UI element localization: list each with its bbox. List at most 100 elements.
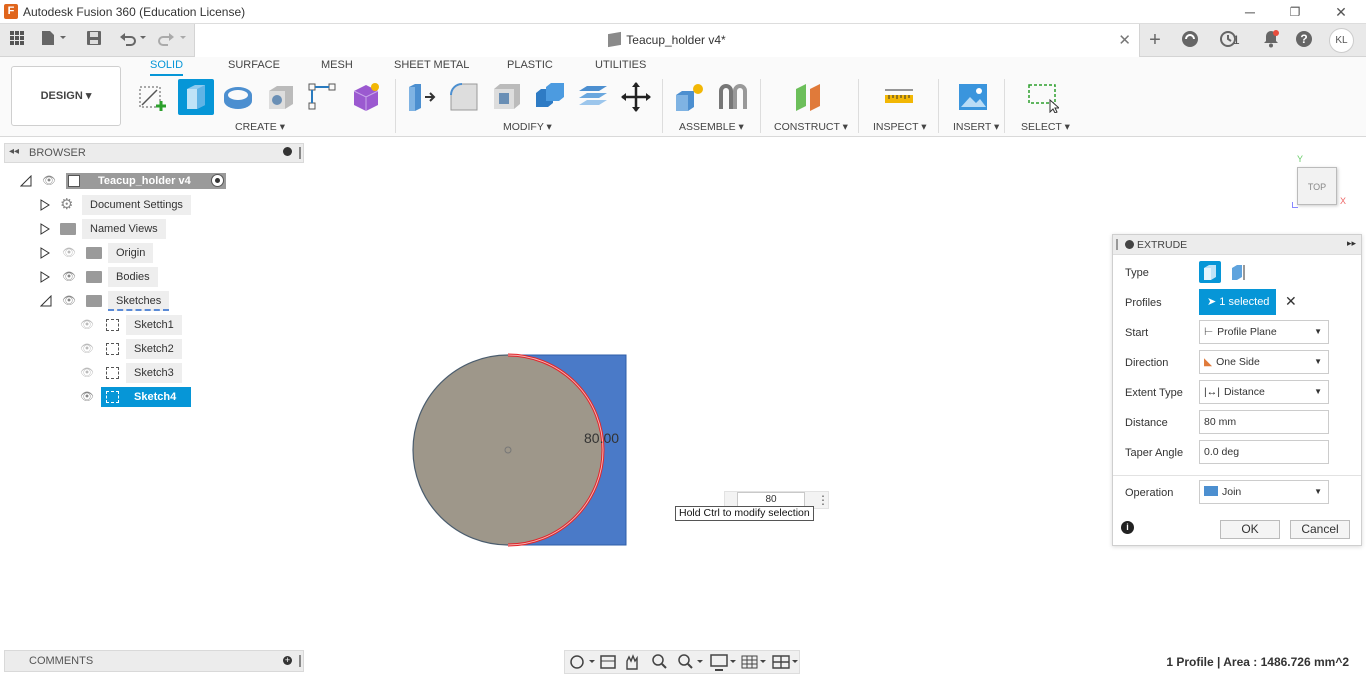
clear-selection-icon[interactable]: ✕ (1285, 293, 1297, 310)
press-pull-icon[interactable] (405, 81, 437, 113)
ok-button[interactable]: OK (1220, 520, 1280, 539)
undo-icon[interactable] (118, 30, 148, 50)
job-status-icon[interactable] (1180, 30, 1200, 50)
create-form-icon[interactable] (350, 81, 382, 113)
dialog-drag-handle[interactable] (1116, 239, 1118, 250)
more-options-icon[interactable]: ⋮ (817, 492, 829, 508)
tab-mesh[interactable]: MESH (321, 59, 353, 71)
add-comment-icon[interactable]: + (283, 656, 292, 665)
activate-radio-icon[interactable] (211, 174, 224, 187)
profiles-selection-button[interactable]: ➤ 1 selected (1199, 289, 1276, 315)
inspect-menu[interactable]: INSPECT ▾ (873, 121, 927, 133)
tree-item-sketches[interactable]: 👁 Sketches (38, 291, 178, 311)
expand-dialog-icon[interactable]: ▸▸ (1347, 238, 1356, 249)
collapsed-triangle-icon[interactable] (40, 199, 50, 211)
extrude-icon[interactable] (178, 79, 214, 115)
dialog-header[interactable]: EXTRUDE ▸▸ (1113, 235, 1361, 255)
restore-icon[interactable]: ❐ (1286, 3, 1304, 21)
shell-icon[interactable] (491, 81, 523, 113)
tree-item-sketch3[interactable]: 👁 Sketch3 (76, 363, 196, 383)
help-icon[interactable]: ? (1294, 30, 1314, 50)
redo-icon[interactable] (158, 30, 188, 50)
tab-sheet-metal[interactable]: SHEET METAL (394, 59, 469, 71)
new-tab-icon[interactable]: + (1145, 30, 1165, 50)
close-window-icon[interactable]: ✕ (1332, 3, 1350, 21)
modify-menu[interactable]: MODIFY ▾ (503, 121, 552, 133)
minimize-icon[interactable]: ─ (1241, 3, 1259, 21)
browser-minimize-icon[interactable] (283, 147, 292, 156)
tab-solid[interactable]: SOLID (150, 59, 184, 76)
dialog-collapse-icon[interactable] (1125, 240, 1134, 249)
tree-item-document-settings[interactable]: ⚙ Document Settings (38, 195, 198, 215)
tree-item-sketch4[interactable]: 👁 Sketch4 (76, 387, 196, 407)
visibility-eye-icon[interactable]: 👁 (62, 291, 76, 311)
new-component-icon[interactable] (674, 81, 706, 113)
visibility-eye-icon[interactable]: 👁 (62, 267, 76, 287)
expanded-triangle-icon[interactable] (40, 295, 52, 307)
expanded-triangle-icon[interactable] (20, 175, 32, 187)
apps-grid-icon[interactable] (8, 30, 26, 50)
pan-icon[interactable] (626, 654, 638, 670)
create-menu[interactable]: CREATE ▾ (235, 121, 285, 133)
tab-surface[interactable]: SURFACE (228, 59, 280, 71)
look-at-icon[interactable] (600, 655, 616, 669)
tree-item-named-views[interactable]: Named Views (38, 219, 178, 239)
fillet-icon[interactable] (448, 81, 480, 113)
combine-icon[interactable] (534, 81, 566, 113)
tree-item-origin[interactable]: 👁 Origin (38, 243, 158, 263)
operation-select[interactable]: Join ▼ (1199, 480, 1329, 504)
tree-item-sketch2[interactable]: 👁 Sketch2 (76, 339, 196, 359)
visibility-eye-icon[interactable]: 👁 (80, 387, 94, 407)
assemble-menu[interactable]: ASSEMBLE ▾ (679, 121, 744, 133)
taper-angle-input[interactable]: 0.0 deg (1199, 440, 1329, 464)
pattern-icon[interactable] (307, 81, 339, 113)
offset-face-icon[interactable] (577, 81, 609, 113)
revolve-icon[interactable] (222, 81, 254, 113)
user-avatar[interactable]: KL (1329, 28, 1354, 53)
comments-resize-handle[interactable] (299, 655, 301, 667)
grid-settings-icon[interactable] (741, 655, 766, 669)
joint-icon[interactable] (717, 81, 749, 113)
hole-icon[interactable] (265, 81, 297, 113)
display-settings-icon[interactable] (710, 654, 736, 671)
hidden-eye-icon[interactable]: 👁 (62, 243, 76, 263)
collapsed-triangle-icon[interactable] (40, 271, 50, 283)
tab-plastic[interactable]: PLASTIC (507, 59, 553, 71)
browser-panel-header[interactable]: ◂◂ BROWSER (4, 143, 304, 163)
cancel-button[interactable]: Cancel (1290, 520, 1350, 539)
viewcube[interactable]: TOP (1297, 167, 1337, 205)
measure-icon[interactable] (883, 81, 915, 113)
save-icon[interactable] (86, 30, 102, 50)
history-icon[interactable]: 1 (1213, 30, 1243, 50)
offset-plane-icon[interactable] (793, 81, 825, 113)
collapsed-triangle-icon[interactable] (40, 223, 50, 235)
hidden-eye-icon[interactable]: 👁 (80, 339, 94, 359)
distance-input[interactable]: 80 mm (1199, 410, 1329, 434)
browser-resize-handle[interactable] (299, 147, 301, 159)
type-thin-icon[interactable] (1227, 261, 1249, 283)
visibility-eye-icon[interactable]: 👁 (42, 171, 56, 191)
create-sketch-icon[interactable] (137, 81, 169, 113)
extent-type-select[interactable]: |↔| Distance ▼ (1199, 380, 1329, 404)
tab-utilities[interactable]: UTILITIES (595, 59, 646, 71)
collapse-browser-icon[interactable]: ◂◂ (9, 146, 19, 157)
viewports-icon[interactable] (772, 655, 798, 669)
construct-menu[interactable]: CONSTRUCT ▾ (774, 121, 848, 133)
info-icon[interactable]: i (1121, 521, 1134, 534)
select-menu[interactable]: SELECT ▾ (1021, 121, 1070, 133)
tree-item-sketch1[interactable]: 👁 Sketch1 (76, 315, 196, 335)
tree-root[interactable]: 👁 Teacup_holder v4 (18, 171, 258, 191)
file-menu-icon[interactable] (40, 30, 68, 50)
start-select[interactable]: ⊢ Profile Plane ▼ (1199, 320, 1329, 344)
direction-select[interactable]: ◣ One Side ▼ (1199, 350, 1329, 374)
workspace-selector[interactable]: DESIGN ▾ (11, 66, 121, 126)
document-tab[interactable]: Teacup_holder v4* ✕ (194, 24, 1140, 57)
move-copy-icon[interactable] (620, 81, 652, 113)
window-select-icon[interactable] (1027, 81, 1061, 114)
zoom-icon[interactable] (652, 654, 667, 669)
orbit-icon[interactable] (570, 655, 595, 669)
tree-item-bodies[interactable]: 👁 Bodies (38, 267, 158, 287)
hidden-eye-icon[interactable]: 👁 (80, 363, 94, 383)
hidden-eye-icon[interactable]: 👁 (80, 315, 94, 335)
comments-panel[interactable]: COMMENTS + (4, 650, 304, 672)
